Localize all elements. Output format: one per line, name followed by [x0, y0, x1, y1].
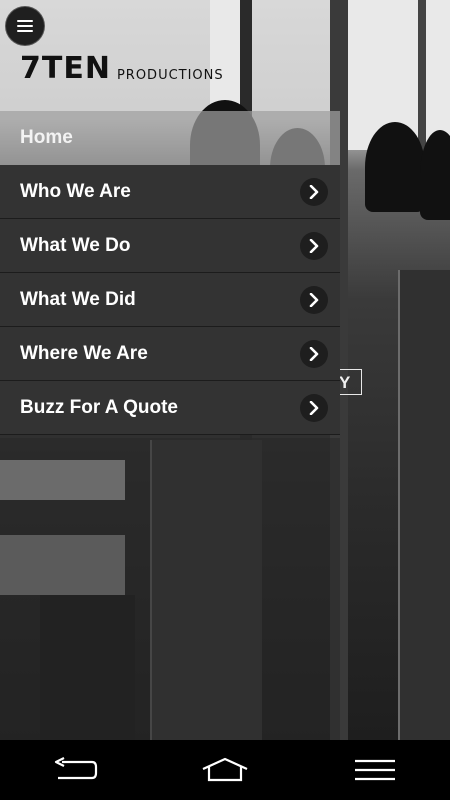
- home-button[interactable]: [195, 750, 255, 790]
- menu-toggle-button[interactable]: [6, 7, 44, 45]
- recent-apps-icon: [355, 759, 395, 781]
- menu-item-what-we-do[interactable]: What We Do: [0, 219, 340, 273]
- menu-item-label: What We Did: [20, 288, 136, 310]
- hamburger-icon: [17, 20, 33, 32]
- chevron-right-icon: [300, 177, 328, 206]
- menu-item-label: Home: [20, 127, 73, 148]
- back-icon: [54, 757, 98, 780]
- chevron-right-icon: [300, 231, 328, 260]
- system-navigation-bar: [0, 740, 450, 800]
- navigation-drawer: Home Who We Are What We Do What We Did W…: [0, 111, 340, 435]
- chevron-right-icon: [300, 339, 328, 368]
- app-screen: Y 7TEN PRODUCTIONS Home Who We Are What …: [0, 0, 450, 800]
- home-icon: [202, 757, 248, 782]
- menu-item-who-we-are[interactable]: Who We Are: [0, 165, 340, 219]
- chevron-right-icon: [300, 393, 328, 422]
- menu-item-what-we-did[interactable]: What We Did: [0, 273, 340, 327]
- logo-mark: 7TEN: [20, 51, 111, 86]
- menu-item-label: Buzz For A Quote: [20, 396, 178, 418]
- menu-item-label: Where We Are: [20, 342, 148, 364]
- menu-item-label: Who We Are: [20, 180, 131, 202]
- chevron-right-icon: [300, 285, 328, 314]
- drawer-overlay: [0, 438, 340, 740]
- menu-item-home[interactable]: Home: [0, 111, 340, 165]
- brand-logo[interactable]: 7TEN PRODUCTIONS: [20, 53, 224, 85]
- menu-item-label: What We Do: [20, 234, 131, 256]
- menu-item-where-we-are[interactable]: Where We Are: [0, 327, 340, 381]
- menu-item-buzz-for-a-quote[interactable]: Buzz For A Quote: [0, 381, 340, 435]
- back-button[interactable]: [45, 750, 105, 790]
- logo-subtitle: PRODUCTIONS: [116, 68, 224, 83]
- recent-apps-button[interactable]: [345, 750, 405, 790]
